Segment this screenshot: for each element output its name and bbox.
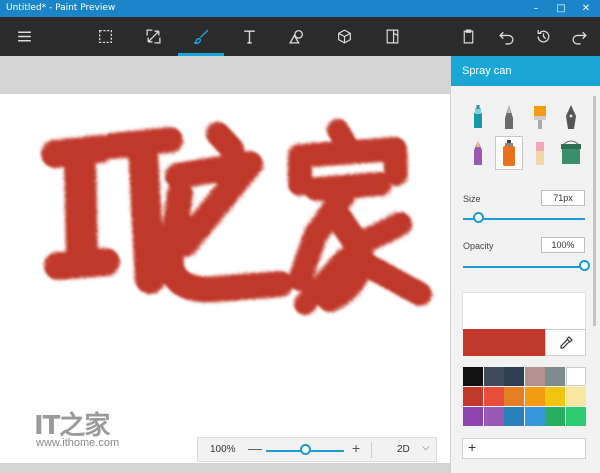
minimize-button[interactable]: – [524, 0, 548, 17]
select-icon[interactable] [82, 17, 128, 56]
3d-object-icon[interactable] [321, 17, 367, 56]
color-swatch[interactable] [565, 367, 586, 386]
opacity-input[interactable]: 100% [541, 237, 585, 253]
shapes-2d-icon[interactable] [273, 17, 319, 56]
oil-brush-icon[interactable] [528, 102, 552, 132]
opacity-label: Opacity [463, 241, 494, 251]
color-swatch[interactable] [545, 367, 565, 386]
color-swatch[interactable] [463, 407, 483, 426]
color-swatch[interactable] [565, 387, 586, 406]
color-swatch[interactable] [504, 387, 524, 406]
eraser-icon[interactable] [528, 138, 552, 168]
current-color-swatch[interactable] [463, 329, 545, 356]
redo-icon[interactable] [556, 17, 600, 56]
brush-icon[interactable] [178, 17, 224, 56]
zoom-bar: 100% — + 2D ⌵ [197, 437, 437, 462]
color-swatch[interactable] [524, 387, 545, 406]
size-slider-thumb[interactable] [472, 212, 484, 223]
view-mode-select[interactable]: 2D [397, 444, 410, 455]
window-title: Untitled* - Paint Preview [6, 3, 116, 13]
color-swatch[interactable] [545, 387, 565, 406]
plus-icon: + [468, 439, 477, 455]
color-swatch[interactable] [504, 367, 524, 386]
menu-icon[interactable] [1, 17, 47, 56]
add-color-button[interactable]: + [462, 438, 586, 459]
zoom-slider-thumb[interactable] [300, 444, 311, 455]
color-swatch[interactable] [545, 407, 565, 426]
text-icon[interactable] [226, 17, 272, 56]
size-label: Size [463, 194, 481, 204]
zoom-value: 100% [210, 444, 236, 455]
opacity-slider-thumb[interactable] [579, 260, 590, 271]
divider [371, 442, 372, 458]
canvas-area [0, 56, 450, 463]
zoom-in-button[interactable]: + [352, 440, 360, 456]
stickers-icon[interactable] [369, 17, 415, 56]
calligraphy-pen-icon[interactable] [497, 102, 521, 132]
maximize-button[interactable]: □ [549, 0, 573, 17]
panel-title: Spray can [462, 65, 512, 77]
color-swatch[interactable] [524, 367, 545, 386]
pencil-icon[interactable] [466, 138, 490, 168]
color-swatch[interactable] [483, 367, 504, 386]
color-swatch[interactable] [483, 387, 504, 406]
color-swatch[interactable] [524, 407, 545, 426]
color-swatch[interactable] [565, 407, 586, 426]
color-swatch[interactable] [483, 407, 504, 426]
zoom-out-button[interactable]: — [248, 440, 262, 456]
crop-icon[interactable] [130, 17, 176, 56]
close-button[interactable]: ✕ [574, 0, 598, 17]
panel-scrollbar[interactable] [593, 96, 596, 326]
color-swatch[interactable] [463, 387, 483, 406]
color-swatch[interactable] [463, 367, 483, 386]
panel-header: Spray can [451, 56, 600, 86]
color-swatch[interactable] [504, 407, 524, 426]
title-bar: Untitled* - Paint Preview – □ ✕ [0, 0, 600, 17]
marker-brush-icon[interactable] [466, 102, 490, 132]
size-input[interactable]: 71px [541, 190, 585, 206]
brush-preview [462, 292, 586, 330]
fill-bucket-icon[interactable] [557, 138, 585, 168]
opacity-slider-track[interactable] [463, 266, 585, 268]
toolbar [0, 17, 600, 56]
ink-pen-icon[interactable] [559, 102, 583, 132]
chevron-down-icon[interactable]: ⌵ [422, 442, 430, 453]
spray-can-icon[interactable] [495, 136, 523, 170]
eyedropper-icon[interactable] [545, 329, 586, 356]
ithome-url: www.ithome.com [36, 437, 120, 449]
